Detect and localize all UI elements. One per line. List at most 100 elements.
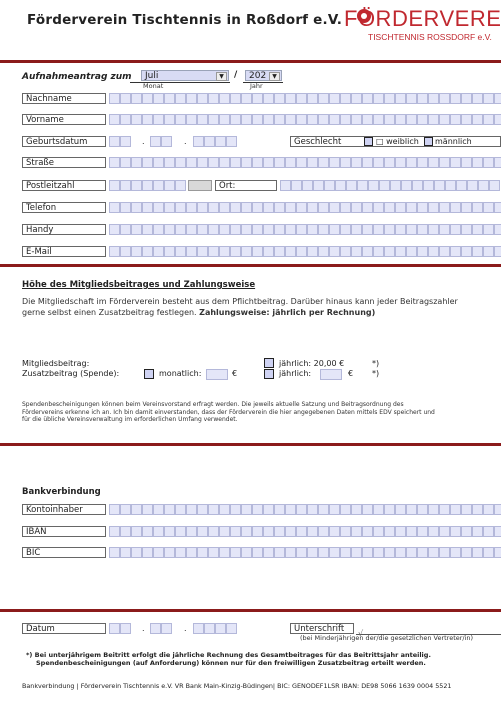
input-cell[interactable]	[109, 246, 120, 257]
input-cell[interactable]	[472, 246, 483, 257]
input-cell[interactable]	[329, 93, 340, 104]
input-cell[interactable]	[417, 246, 428, 257]
monatlich-amount-input[interactable]	[206, 369, 228, 380]
input-cell[interactable]	[329, 114, 340, 125]
input-cell[interactable]	[340, 93, 351, 104]
input-cell[interactable]	[467, 180, 478, 191]
input-cell[interactable]	[164, 526, 175, 537]
input-cell[interactable]	[384, 157, 395, 168]
input-cell[interactable]	[373, 202, 384, 213]
input-cell[interactable]	[395, 504, 406, 515]
kontoinhaber-input[interactable]	[109, 504, 501, 515]
input-cell[interactable]	[483, 157, 494, 168]
input-cell[interactable]	[329, 547, 340, 558]
input-cell[interactable]	[461, 526, 472, 537]
input-cell[interactable]	[197, 547, 208, 558]
input-cell[interactable]	[472, 114, 483, 125]
input-cell[interactable]	[395, 114, 406, 125]
input-cell[interactable]	[384, 93, 395, 104]
input-cell[interactable]	[351, 157, 362, 168]
input-cell[interactable]	[357, 180, 368, 191]
jaehrlich-amount-input[interactable]	[320, 369, 342, 380]
input-cell[interactable]	[208, 93, 219, 104]
input-cell[interactable]	[351, 246, 362, 257]
input-cell[interactable]	[120, 623, 131, 634]
input-cell[interactable]	[120, 526, 131, 537]
input-cell[interactable]	[494, 93, 501, 104]
input-cell[interactable]	[428, 202, 439, 213]
input-cell[interactable]	[241, 93, 252, 104]
input-cell[interactable]	[472, 547, 483, 558]
input-cell[interactable]	[263, 526, 274, 537]
input-cell[interactable]	[230, 547, 241, 558]
input-cell[interactable]	[406, 114, 417, 125]
input-cell[interactable]	[142, 224, 153, 235]
input-cell[interactable]	[175, 114, 186, 125]
input-cell[interactable]	[406, 504, 417, 515]
input-cell[interactable]	[351, 547, 362, 558]
input-cell[interactable]	[494, 246, 501, 257]
input-cell[interactable]	[439, 157, 450, 168]
input-cell[interactable]	[285, 526, 296, 537]
input-cell[interactable]	[142, 180, 153, 191]
input-cell[interactable]	[362, 526, 373, 537]
input-cell[interactable]	[285, 202, 296, 213]
input-cell[interactable]	[285, 504, 296, 515]
input-cell[interactable]	[230, 526, 241, 537]
input-cell[interactable]	[318, 526, 329, 537]
input-cell[interactable]	[417, 93, 428, 104]
input-cell[interactable]	[489, 180, 500, 191]
input-cell[interactable]	[274, 93, 285, 104]
weiblich-checkbox[interactable]	[364, 137, 373, 146]
input-cell[interactable]	[428, 246, 439, 257]
input-cell[interactable]	[164, 504, 175, 515]
input-cell[interactable]	[204, 623, 215, 634]
input-cell[interactable]	[230, 93, 241, 104]
input-cell[interactable]	[417, 157, 428, 168]
strasse-input[interactable]	[109, 157, 501, 168]
input-cell[interactable]	[395, 157, 406, 168]
input-cell[interactable]	[197, 246, 208, 257]
input-cell[interactable]	[131, 180, 142, 191]
year-select[interactable]: 202 ▼	[245, 70, 282, 81]
input-cell[interactable]	[120, 504, 131, 515]
input-cell[interactable]	[412, 180, 423, 191]
input-cell[interactable]	[472, 202, 483, 213]
input-cell[interactable]	[153, 246, 164, 257]
plz-extra-input[interactable]	[188, 180, 212, 191]
input-cell[interactable]	[263, 93, 274, 104]
input-cell[interactable]	[362, 202, 373, 213]
input-cell[interactable]	[313, 180, 324, 191]
input-cell[interactable]	[373, 114, 384, 125]
input-cell[interactable]	[219, 224, 230, 235]
input-cell[interactable]	[362, 504, 373, 515]
input-cell[interactable]	[318, 114, 329, 125]
input-cell[interactable]	[478, 180, 489, 191]
input-cell[interactable]	[362, 114, 373, 125]
input-cell[interactable]	[219, 526, 230, 537]
input-cell[interactable]	[379, 180, 390, 191]
input-cell[interactable]	[291, 180, 302, 191]
input-cell[interactable]	[142, 504, 153, 515]
input-cell[interactable]	[197, 504, 208, 515]
input-cell[interactable]	[329, 526, 340, 537]
input-cell[interactable]	[439, 202, 450, 213]
bic-input[interactable]	[109, 547, 501, 558]
input-cell[interactable]	[384, 202, 395, 213]
input-cell[interactable]	[406, 246, 417, 257]
plz-input[interactable]	[109, 180, 186, 191]
input-cell[interactable]	[461, 246, 472, 257]
telefon-input[interactable]	[109, 202, 501, 213]
input-cell[interactable]	[197, 114, 208, 125]
input-cell[interactable]	[395, 246, 406, 257]
input-cell[interactable]	[307, 504, 318, 515]
input-cell[interactable]	[362, 157, 373, 168]
input-cell[interactable]	[109, 526, 120, 537]
input-cell[interactable]	[296, 526, 307, 537]
input-cell[interactable]	[263, 547, 274, 558]
input-cell[interactable]	[483, 114, 494, 125]
input-cell[interactable]	[494, 504, 501, 515]
input-cell[interactable]	[241, 224, 252, 235]
input-cell[interactable]	[307, 93, 318, 104]
input-cell[interactable]	[296, 246, 307, 257]
